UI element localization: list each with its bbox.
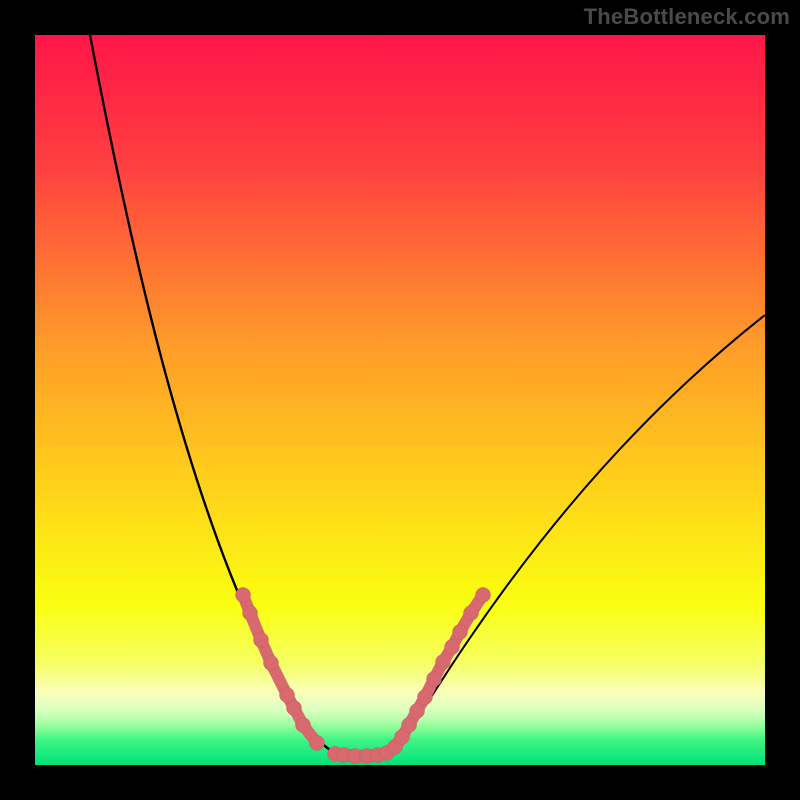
data-marker (280, 688, 295, 703)
data-marker (264, 656, 279, 671)
left-curve (90, 35, 375, 755)
data-marker (453, 625, 468, 640)
data-marker (296, 718, 311, 733)
data-marker (427, 672, 442, 687)
data-marker (287, 701, 302, 716)
markers-group (236, 588, 491, 764)
data-marker (410, 704, 425, 719)
data-marker (418, 690, 433, 705)
data-marker (445, 640, 460, 655)
watermark-text: TheBottleneck.com (584, 4, 790, 30)
data-marker (436, 655, 451, 670)
data-marker (254, 633, 269, 648)
plot-area (35, 35, 765, 765)
curve-layer (35, 35, 765, 765)
data-marker (402, 718, 417, 733)
data-marker (464, 606, 479, 621)
data-marker (243, 606, 258, 621)
data-marker (476, 588, 491, 603)
chart-container: TheBottleneck.com (0, 0, 800, 800)
data-marker (236, 588, 251, 603)
data-marker (310, 736, 325, 751)
